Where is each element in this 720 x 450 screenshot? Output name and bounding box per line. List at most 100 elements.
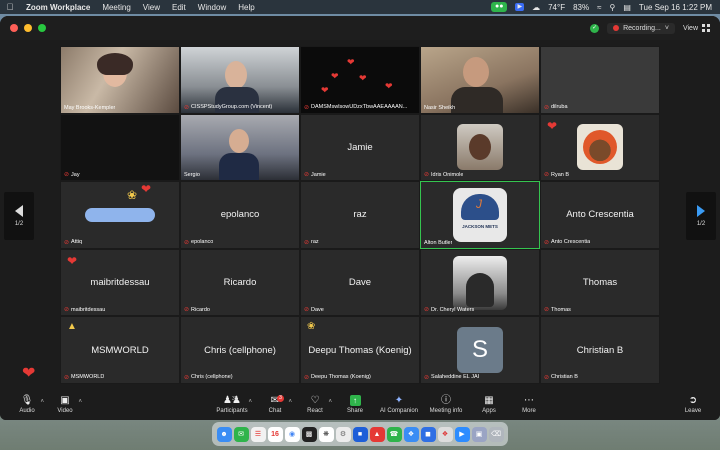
participant-tile[interactable]: ❤ maibritdessau ⊘ maibritdessau bbox=[60, 248, 180, 317]
view-label: View bbox=[682, 24, 698, 32]
participant-tile[interactable]: Jamie ⊘ Jamie bbox=[300, 113, 420, 182]
participant-tile[interactable]: ❀ ❤ ⊘ Attiq bbox=[60, 181, 180, 249]
close-window-button[interactable] bbox=[10, 24, 18, 32]
participant-tile[interactable]: Chris (cellphone) ⊘ Chris (cellphone) bbox=[180, 316, 300, 384]
participant-tile[interactable]: ▲ MSMWORLD ⊘ MSMWORLD bbox=[60, 316, 180, 384]
menu-window[interactable]: Window bbox=[192, 3, 232, 12]
participant-name-label: ⊘ dilruba bbox=[544, 104, 568, 111]
participant-tile[interactable]: May Brooks-Kempler bbox=[60, 46, 180, 114]
more-button[interactable]: ⋯ More bbox=[510, 395, 548, 414]
participant-tile[interactable]: ⊘ Idris Onimole bbox=[420, 113, 540, 182]
participant-tile[interactable]: ❤ ⊘ Ryan B bbox=[540, 113, 660, 182]
zoom-status-icon[interactable]: ●● bbox=[491, 2, 508, 12]
reminders-icon[interactable]: ☰ bbox=[250, 426, 266, 442]
menu-help[interactable]: Help bbox=[232, 3, 260, 12]
ai-companion-button[interactable]: ✦ AI Companion bbox=[376, 395, 422, 414]
calendar-icon[interactable]: 16 bbox=[267, 426, 283, 442]
whatsapp-icon[interactable]: ☎ bbox=[386, 426, 402, 442]
participants-button[interactable]: ♟♟ 35 Participants ˄ bbox=[210, 395, 254, 414]
participant-tile[interactable]: Nasir Sheikh bbox=[420, 46, 540, 114]
wifi-icon[interactable]: ≈ bbox=[597, 3, 601, 12]
safari-icon[interactable]: ❖ bbox=[403, 426, 419, 442]
previous-page-button[interactable]: 1/2 bbox=[4, 192, 34, 240]
chatgpt-icon[interactable]: ❋ bbox=[318, 426, 334, 442]
menu-view[interactable]: View bbox=[137, 3, 166, 12]
apple-icon[interactable]:  bbox=[0, 2, 20, 12]
next-page-button[interactable]: 1/2 bbox=[686, 192, 716, 240]
menu-meeting[interactable]: Meeting bbox=[96, 3, 136, 12]
heart-reaction-icon: ❤ bbox=[547, 118, 558, 133]
view-button[interactable]: View bbox=[683, 24, 710, 32]
terminal-icon[interactable]: ▩ bbox=[301, 426, 317, 442]
participant-name-label: ⊘ Salaheddine EL JAI bbox=[424, 374, 480, 381]
chat-button[interactable]: ✉ 3 Chat ˄ bbox=[256, 394, 294, 414]
control-center-icon[interactable]: ▤ bbox=[623, 3, 631, 12]
temperature[interactable]: 74°F bbox=[548, 3, 565, 12]
finder-icon[interactable]: ☻ bbox=[216, 426, 232, 442]
participant-tile[interactable]: ⊘ Dr. Cheryl Waters bbox=[420, 248, 540, 317]
participant-name-label: ⊘ DAMSMswlsowUDzxTbwAAEAAAAN... bbox=[304, 104, 408, 111]
participant-tile[interactable]: ⊘ Jay bbox=[60, 113, 180, 182]
menu-edit[interactable]: Edit bbox=[166, 3, 192, 12]
apps-button[interactable]: ▦ Apps bbox=[470, 395, 508, 414]
participant-hair bbox=[97, 53, 133, 75]
settings-gear-icon[interactable]: ⚙ bbox=[335, 426, 351, 442]
chevron-up-icon[interactable]: ˄ bbox=[78, 399, 82, 405]
share-button[interactable]: ↑ Share bbox=[336, 394, 374, 414]
minimize-window-button[interactable] bbox=[24, 24, 32, 32]
info-icon: ⓘ bbox=[441, 394, 451, 406]
slack-icon[interactable]: ❖ bbox=[437, 426, 453, 442]
participant-tile[interactable]: Ricardo ⊘ Ricardo bbox=[180, 248, 300, 317]
chrome-icon[interactable]: ◉ bbox=[284, 426, 300, 442]
rec-status-icon[interactable]: ▶ bbox=[515, 3, 525, 11]
participant-tile[interactable]: ❤ ❤ ❤ ❤ ❤ ⊘ DAMSMswlsowUDzxTbwAAEAAAAN... bbox=[300, 46, 420, 114]
muted-mic-icon: ⊘ bbox=[544, 172, 550, 179]
participant-tile[interactable]: ⊘ CISSPStudyGroup.com (Vincent) bbox=[180, 46, 300, 114]
meeting-info-label: Meeting info bbox=[429, 407, 463, 414]
battery-percent[interactable]: 83% bbox=[573, 3, 589, 12]
audio-button[interactable]: 🎙 Audio ˄ bbox=[8, 395, 46, 414]
participant-tile[interactable]: raz ⊘ raz bbox=[300, 181, 420, 249]
chevron-up-icon[interactable]: ˄ bbox=[40, 399, 44, 405]
participant-tile[interactable]: ❀ Deepu Thomas (Koenig) ⊘ Deepu Thomas (K… bbox=[300, 316, 420, 384]
app-red-icon[interactable]: ▲ bbox=[369, 426, 385, 442]
shield-icon[interactable]: ✓ bbox=[590, 23, 600, 33]
participant-name-label: ⊘ Jay bbox=[64, 171, 80, 179]
participant-tile[interactable]: ⊘ dilruba bbox=[540, 46, 660, 114]
participant-name-label: ⊘ Jamie bbox=[304, 171, 326, 179]
preview-icon[interactable]: ▣ bbox=[471, 426, 487, 442]
messages-icon[interactable]: ✉ bbox=[233, 426, 249, 442]
chevron-up-icon[interactable]: ˄ bbox=[248, 399, 252, 405]
menu-app-name[interactable]: Zoom Workplace bbox=[20, 3, 96, 12]
participant-display-name: Ricardo bbox=[223, 277, 257, 289]
weather-icon[interactable]: ☁ bbox=[532, 3, 540, 12]
chevron-up-icon[interactable]: ˄ bbox=[328, 399, 332, 405]
leave-button[interactable]: ➲ Leave bbox=[674, 395, 712, 414]
chevron-up-icon[interactable]: ˄ bbox=[288, 399, 292, 405]
zoom-app-icon[interactable]: ▶ bbox=[454, 426, 470, 442]
participant-tile[interactable]: epolanco ⊘ epolanco bbox=[180, 181, 300, 249]
participant-tile[interactable]: Anto Crescentia ⊘ Anto Crescentia bbox=[540, 181, 660, 249]
participant-name-label: Alton Butler bbox=[424, 239, 453, 246]
participant-tile[interactable]: S ⊘ Salaheddine EL JAI bbox=[420, 316, 540, 384]
participant-tile[interactable]: Sergio bbox=[180, 113, 300, 182]
participant-name-label: ⊘ epolanco bbox=[184, 239, 214, 246]
trash-icon[interactable]: ⌫ bbox=[488, 426, 504, 442]
participant-tile[interactable]: Dave ⊘ Dave bbox=[300, 248, 420, 317]
react-button[interactable]: ♡ React ˄ bbox=[296, 395, 334, 414]
clock[interactable]: Tue Sep 16 1:22 PM bbox=[639, 3, 712, 12]
recording-indicator[interactable]: Recording... ˅ bbox=[607, 22, 675, 34]
video-button[interactable]: ▣ Video ˄ bbox=[46, 395, 84, 414]
meeting-info-button[interactable]: ⓘ Meeting info bbox=[424, 395, 468, 414]
bitwarden-icon[interactable]: ■ bbox=[352, 426, 368, 442]
participant-face bbox=[463, 57, 489, 87]
macos-menubar:  Zoom Workplace Meeting View Edit Windo… bbox=[0, 0, 720, 14]
zoom-window-button[interactable] bbox=[38, 24, 46, 32]
participant-tile[interactable]: Thomas ⊘ Thomas bbox=[540, 248, 660, 317]
muted-mic-icon: ⊘ bbox=[544, 307, 550, 314]
participant-tile[interactable]: Christian B ⊘ Christian B bbox=[540, 316, 660, 384]
search-icon[interactable]: ⚲ bbox=[609, 3, 615, 12]
app-blue-icon[interactable]: ◼ bbox=[420, 426, 436, 442]
participant-avatar bbox=[453, 255, 507, 310]
participant-tile-active-speaker[interactable]: J JACKSON METS Alton Butler bbox=[420, 181, 540, 249]
